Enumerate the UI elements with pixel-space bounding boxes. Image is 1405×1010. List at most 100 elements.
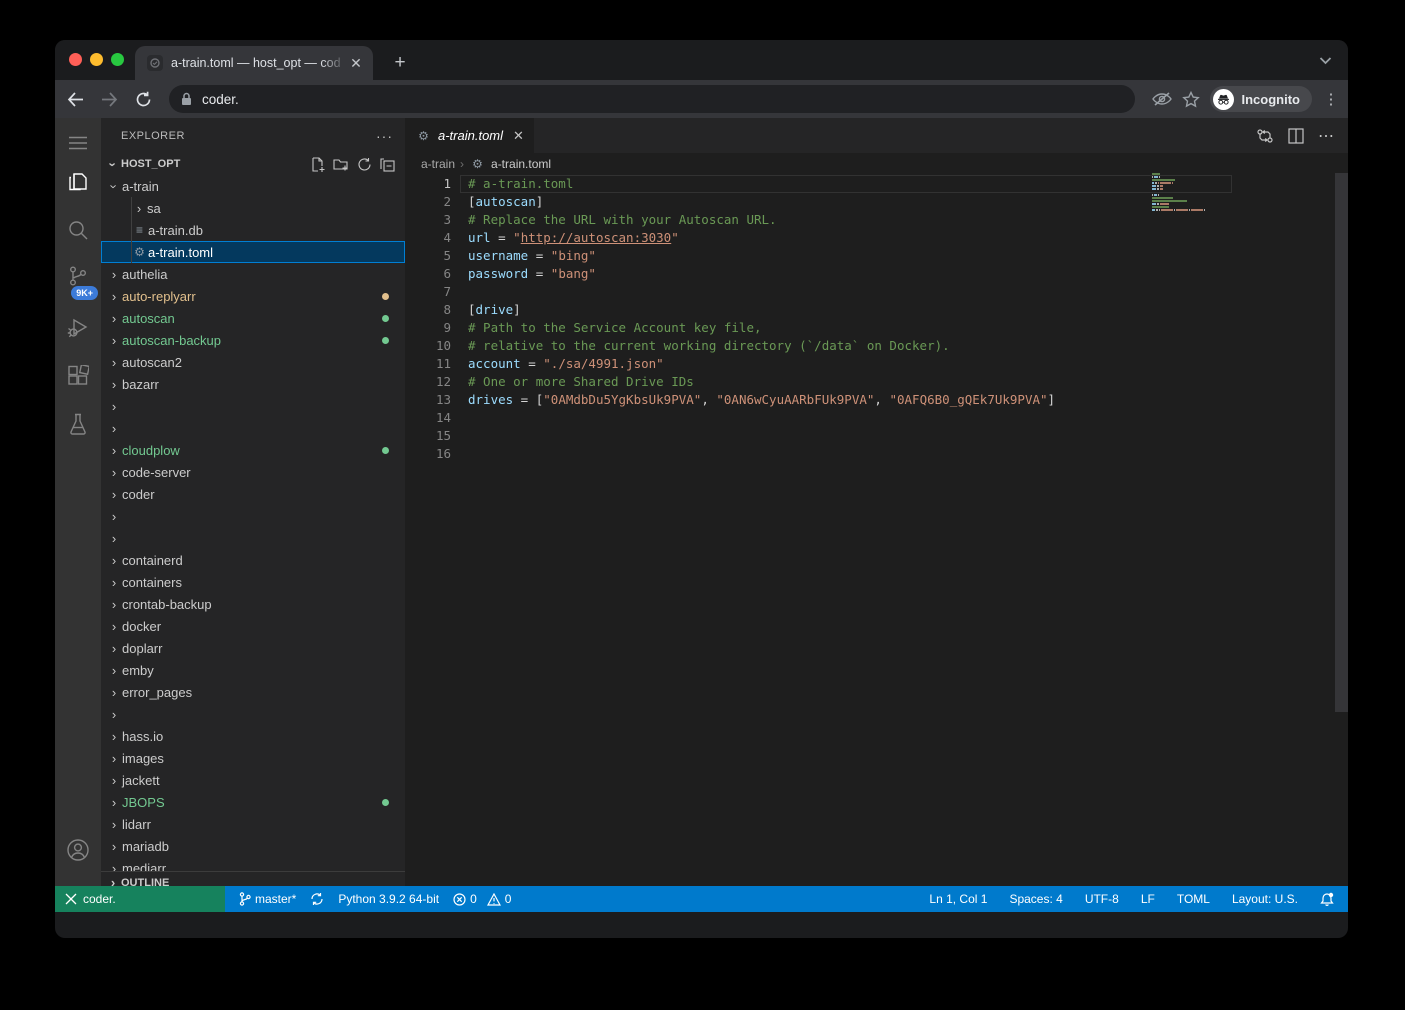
tree-item-crontab-backup[interactable]: ›crontab-backup	[101, 593, 405, 615]
source-control-icon[interactable]: 9K+	[55, 256, 101, 296]
code-line-12[interactable]: 12# One or more Shared Drive IDs	[405, 373, 1348, 391]
tree-item-containerd[interactable]: ›containerd	[101, 549, 405, 571]
back-button[interactable]	[61, 85, 89, 113]
forward-button[interactable]	[95, 85, 123, 113]
git-branch-status[interactable]: master*	[239, 892, 296, 906]
encoding-status[interactable]: UTF-8	[1085, 892, 1119, 906]
editor-tab-a-train-toml[interactable]: ⚙ a-train.toml ✕	[405, 118, 534, 153]
tree-item-images[interactable]: ›images	[101, 747, 405, 769]
tree-item-hidden[interactable]: ›	[101, 505, 405, 527]
tree-item-emby[interactable]: ›emby	[101, 659, 405, 681]
code-area[interactable]: 1# a-train.toml2[autoscan]3# Replace the…	[405, 175, 1348, 912]
editor-more-actions-icon[interactable]: ⋯	[1318, 126, 1334, 146]
code-line-10[interactable]: 10# relative to the current working dire…	[405, 337, 1348, 355]
new-file-icon[interactable]	[310, 157, 325, 172]
tree-item-docker[interactable]: ›docker	[101, 615, 405, 637]
code-line-5[interactable]: 5username = "bing"	[405, 247, 1348, 265]
line-number: 15	[405, 427, 451, 445]
tab-close-icon[interactable]: ✕	[347, 54, 365, 72]
tree-item-error_pages[interactable]: ›error_pages	[101, 681, 405, 703]
tree-item-doplarr[interactable]: ›doplarr	[101, 637, 405, 659]
code-line-16[interactable]: 16	[405, 445, 1348, 463]
tree-item-a-train.db[interactable]: ≡a-train.db	[101, 219, 405, 241]
tree-item-sa[interactable]: ›sa	[101, 197, 405, 219]
tree-item-mariadb[interactable]: ›mariadb	[101, 835, 405, 857]
code-line-14[interactable]: 14	[405, 409, 1348, 427]
eol-status[interactable]: LF	[1141, 892, 1155, 906]
tree-item-autoscan[interactable]: ›autoscan	[101, 307, 405, 329]
browser-menu-button[interactable]: ⋮	[1322, 97, 1340, 102]
tree-item-bazarr[interactable]: ›bazarr	[101, 373, 405, 395]
python-interpreter-status[interactable]: Python 3.9.2 64-bit	[338, 892, 439, 906]
tree-item-a-train[interactable]: ›a-train	[101, 175, 405, 197]
tree-item-lidarr[interactable]: ›lidarr	[101, 813, 405, 835]
tree-item-hidden[interactable]: ›	[101, 395, 405, 417]
breadcrumb-file[interactable]: a-train.toml	[491, 157, 551, 171]
tree-item-cloudplow[interactable]: ›cloudplow	[101, 439, 405, 461]
reload-button[interactable]	[129, 85, 157, 113]
tree-item-hidden[interactable]: ›	[101, 417, 405, 439]
tree-item-containers[interactable]: ›containers	[101, 571, 405, 593]
code-line-13[interactable]: 13drives = ["0AMdbDu5YgKbsUk9PVA", "0AN6…	[405, 391, 1348, 409]
code-line-7[interactable]: 7	[405, 283, 1348, 301]
menu-icon[interactable]	[55, 123, 101, 163]
code-line-15[interactable]: 15	[405, 427, 1348, 445]
remote-indicator[interactable]: coder.	[55, 886, 225, 912]
tab-search-chevron-icon[interactable]	[1319, 52, 1332, 70]
bookmark-star-icon[interactable]	[1182, 91, 1200, 108]
tree-item-JBOPS[interactable]: ›JBOPS	[101, 791, 405, 813]
line-content: [autoscan]	[451, 193, 543, 211]
new-folder-icon[interactable]	[333, 157, 349, 172]
notifications-bell-icon[interactable]	[1320, 892, 1334, 907]
editor-tab-close-icon[interactable]: ✕	[509, 128, 524, 144]
cursor-position-status[interactable]: Ln 1, Col 1	[929, 892, 987, 906]
line-number: 10	[405, 337, 451, 355]
testing-beaker-icon[interactable]	[55, 404, 101, 444]
run-debug-icon[interactable]	[55, 308, 101, 348]
code-line-8[interactable]: 8[drive]	[405, 301, 1348, 319]
refresh-icon[interactable]	[357, 157, 372, 172]
tree-item-autoscan2[interactable]: ›autoscan2	[101, 351, 405, 373]
breadcrumb-folder[interactable]: a-train	[421, 157, 455, 171]
code-line-6[interactable]: 6password = "bang"	[405, 265, 1348, 283]
tree-item-hass.io[interactable]: ›hass.io	[101, 725, 405, 747]
workspace-section-header[interactable]: › HOST_OPT	[101, 153, 405, 175]
explorer-icon[interactable]	[55, 162, 101, 202]
problems-status[interactable]: 0 0	[453, 892, 511, 906]
collapse-all-icon[interactable]	[380, 157, 395, 172]
explorer-more-actions-icon[interactable]: ···	[376, 128, 393, 144]
editor-scrollbar[interactable]	[1335, 173, 1348, 712]
tree-item-code-server[interactable]: ›code-server	[101, 461, 405, 483]
new-tab-button[interactable]: +	[387, 50, 413, 76]
minimap[interactable]	[1152, 173, 1232, 221]
account-icon[interactable]	[55, 830, 101, 870]
extensions-icon[interactable]	[55, 356, 101, 396]
open-changes-icon[interactable]	[1256, 128, 1274, 144]
code-line-11[interactable]: 11account = "./sa/4991.json"	[405, 355, 1348, 373]
minimize-window-button[interactable]	[90, 53, 103, 66]
tree-item-hidden[interactable]: ›	[101, 703, 405, 725]
sync-icon[interactable]	[310, 892, 324, 906]
line-number: 9	[405, 319, 451, 337]
tree-item-autoscan-backup[interactable]: ›autoscan-backup	[101, 329, 405, 351]
close-window-button[interactable]	[69, 53, 82, 66]
tree-item-coder[interactable]: ›coder	[101, 483, 405, 505]
tree-item-mediarr[interactable]: ›mediarr	[101, 857, 405, 871]
code-line-9[interactable]: 9# Path to the Service Account key file,	[405, 319, 1348, 337]
indentation-status[interactable]: Spaces: 4	[1009, 892, 1062, 906]
eye-off-icon[interactable]	[1152, 91, 1172, 107]
search-icon[interactable]	[55, 210, 101, 250]
tree-item-a-train.toml[interactable]: ⚙a-train.toml	[101, 241, 405, 263]
tree-item-auto-replyarr[interactable]: ›auto-replyarr	[101, 285, 405, 307]
breadcrumb[interactable]: a-train › ⚙ a-train.toml	[405, 153, 1348, 175]
address-bar[interactable]: coder.	[169, 85, 1135, 113]
tree-item-authelia[interactable]: ›authelia	[101, 263, 405, 285]
split-editor-icon[interactable]	[1288, 128, 1304, 144]
tree-item-hidden[interactable]: ›	[101, 527, 405, 549]
language-mode-status[interactable]: TOML	[1177, 892, 1210, 906]
code-line-4[interactable]: 4url = "http://autoscan:3030"	[405, 229, 1348, 247]
browser-tab[interactable]: a-train.toml — host_opt — cod ✕	[135, 46, 373, 80]
tree-item-jackett[interactable]: ›jackett	[101, 769, 405, 791]
keyboard-layout-status[interactable]: Layout: U.S.	[1232, 892, 1298, 906]
maximize-window-button[interactable]	[111, 53, 124, 66]
